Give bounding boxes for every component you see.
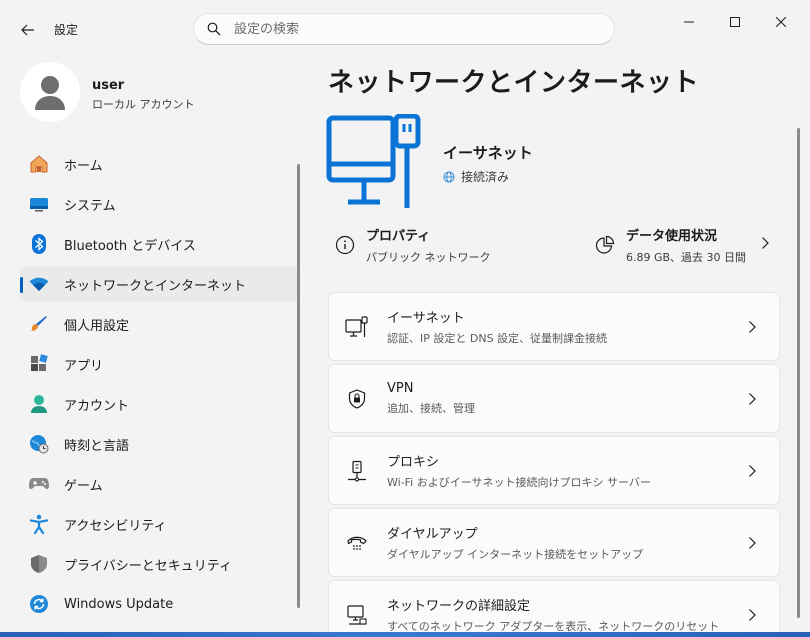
chevron-right-icon xyxy=(762,237,769,249)
sidebar-item-network[interactable]: ネットワークとインターネット xyxy=(20,266,298,302)
sidebar-nav: ホーム システム Bluetooth とデバイス ネットワークとインターネット … xyxy=(20,146,298,626)
search-input[interactable] xyxy=(234,21,594,37)
avatar[interactable] xyxy=(20,62,80,122)
card-vpn[interactable]: VPN 追加、接続、管理 xyxy=(328,364,780,433)
sidebar-item-gaming[interactable]: ゲーム xyxy=(20,466,298,502)
sidebar-item-time-language[interactable]: 時刻と言語 xyxy=(20,426,298,462)
system-icon xyxy=(28,193,50,215)
advanced-network-icon xyxy=(345,603,369,627)
close-button[interactable] xyxy=(758,8,804,36)
card-subtitle: 追加、接続、管理 xyxy=(387,402,475,415)
ethernet-icon xyxy=(345,315,369,339)
maximize-button[interactable] xyxy=(712,8,758,36)
sidebar-item-label: 個人用設定 xyxy=(64,318,130,334)
sidebar-item-windows-update[interactable]: Windows Update xyxy=(20,586,298,622)
ethernet-hero-icon xyxy=(326,113,422,210)
user-account-type: ローカル アカウント xyxy=(92,98,195,111)
minimize-icon xyxy=(684,21,694,23)
data-usage-link[interactable]: データ使用状況 6.89 GB、過去 30 日間 xyxy=(594,225,746,265)
globe-icon xyxy=(443,171,455,183)
data-usage-title: データ使用状況 xyxy=(626,229,718,244)
chevron-right-icon xyxy=(745,536,759,550)
card-ethernet[interactable]: イーサネット 認証、IP 設定と DNS 設定、従量制課金接続 xyxy=(328,292,780,361)
sidebar-item-accessibility[interactable]: アクセシビリティ xyxy=(20,506,298,542)
sidebar-item-label: 時刻と言語 xyxy=(64,438,130,454)
chevron-right-icon xyxy=(745,320,759,334)
user-name: user xyxy=(92,78,125,93)
app-title: 設定 xyxy=(54,23,79,37)
dialup-icon xyxy=(345,531,369,555)
back-button[interactable] xyxy=(14,18,42,42)
update-icon xyxy=(28,593,50,615)
card-subtitle: Wi-Fi およびイーサネット接続向けプロキシ サーバー xyxy=(387,476,651,489)
home-icon xyxy=(28,153,50,175)
card-title: ネットワークの詳細設定 xyxy=(387,599,531,614)
pie-chart-icon xyxy=(594,234,616,256)
sidebar-item-label: Windows Update xyxy=(64,596,174,612)
desktop-background-strip xyxy=(0,632,810,637)
status-text: 接続済み xyxy=(461,170,510,184)
chevron-right-icon xyxy=(745,608,759,622)
accessibility-icon xyxy=(28,513,50,535)
sidebar-item-privacy[interactable]: プライバシーとセキュリティ xyxy=(20,546,298,582)
properties-subtitle: パブリック ネットワーク xyxy=(366,251,491,264)
sidebar-item-label: アプリ xyxy=(64,358,104,374)
shield-icon xyxy=(28,553,50,575)
minimize-button[interactable] xyxy=(666,8,712,36)
globe-clock-icon xyxy=(28,433,50,455)
sidebar-item-label: Bluetooth とデバイス xyxy=(64,238,196,254)
card-advanced-network[interactable]: ネットワークの詳細設定 すべてのネットワーク アダプターを表示、ネットワークのリ… xyxy=(328,580,780,637)
user-silhouette-icon xyxy=(35,76,65,110)
gamepad-icon xyxy=(28,473,50,495)
card-subtitle: ダイヤルアップ インターネット接続をセットアップ xyxy=(387,548,644,561)
properties-title: プロパティ xyxy=(366,229,431,244)
account-icon xyxy=(28,393,50,415)
sidebar-item-label: システム xyxy=(64,198,116,214)
maximize-icon xyxy=(730,17,740,27)
sidebar-item-bluetooth[interactable]: Bluetooth とデバイス xyxy=(20,226,298,262)
vpn-shield-icon xyxy=(345,387,369,411)
sidebar-item-label: アカウント xyxy=(64,398,130,414)
proxy-icon xyxy=(345,459,369,483)
back-arrow-icon xyxy=(21,24,34,36)
page-title: ネットワークとインターネット xyxy=(328,68,700,98)
chevron-right-icon xyxy=(745,392,759,406)
sidebar-item-apps[interactable]: アプリ xyxy=(20,346,298,382)
properties-link[interactable]: プロパティ パブリック ネットワーク xyxy=(334,225,491,265)
card-subtitle: 認証、IP 設定と DNS 設定、従量制課金接続 xyxy=(387,332,608,345)
content-scrollbar[interactable] xyxy=(797,128,800,618)
sidebar-item-accounts[interactable]: アカウント xyxy=(20,386,298,422)
wifi-icon xyxy=(28,273,50,295)
card-dialup[interactable]: ダイヤルアップ ダイヤルアップ インターネット接続をセットアップ xyxy=(328,508,780,577)
card-title: ダイヤルアップ xyxy=(387,527,478,542)
apps-icon xyxy=(28,353,50,375)
chevron-right-icon xyxy=(745,464,759,478)
sidebar-item-system[interactable]: システム xyxy=(20,186,298,222)
card-title: プロキシ xyxy=(387,455,440,470)
sidebar-item-label: アクセシビリティ xyxy=(64,518,167,534)
close-icon xyxy=(776,17,786,27)
data-usage-subtitle: 6.89 GB、過去 30 日間 xyxy=(626,251,747,264)
settings-window: 設定 user ローカル アカウント ホーム xyxy=(0,0,810,637)
brush-icon xyxy=(28,313,50,335)
hero-connection-name: イーサネット xyxy=(443,144,533,162)
sidebar-item-label: ネットワークとインターネット xyxy=(64,278,247,294)
sidebar-item-personalization[interactable]: 個人用設定 xyxy=(20,306,298,342)
search-box[interactable] xyxy=(193,13,615,45)
card-proxy[interactable]: プロキシ Wi-Fi およびイーサネット接続向けプロキシ サーバー xyxy=(328,436,780,505)
sidebar-item-label: ゲーム xyxy=(64,478,103,494)
card-title: イーサネット xyxy=(387,311,465,326)
bluetooth-icon xyxy=(28,233,50,255)
search-icon xyxy=(206,21,222,37)
info-icon xyxy=(334,234,356,256)
sidebar-item-home[interactable]: ホーム xyxy=(20,146,298,182)
card-title: VPN xyxy=(387,381,414,396)
sidebar-scrollbar[interactable] xyxy=(297,164,300,608)
sidebar-item-label: ホーム xyxy=(64,158,103,174)
sidebar-item-label: プライバシーとセキュリティ xyxy=(64,558,232,574)
hero-connection-status: 接続済み xyxy=(443,168,509,185)
